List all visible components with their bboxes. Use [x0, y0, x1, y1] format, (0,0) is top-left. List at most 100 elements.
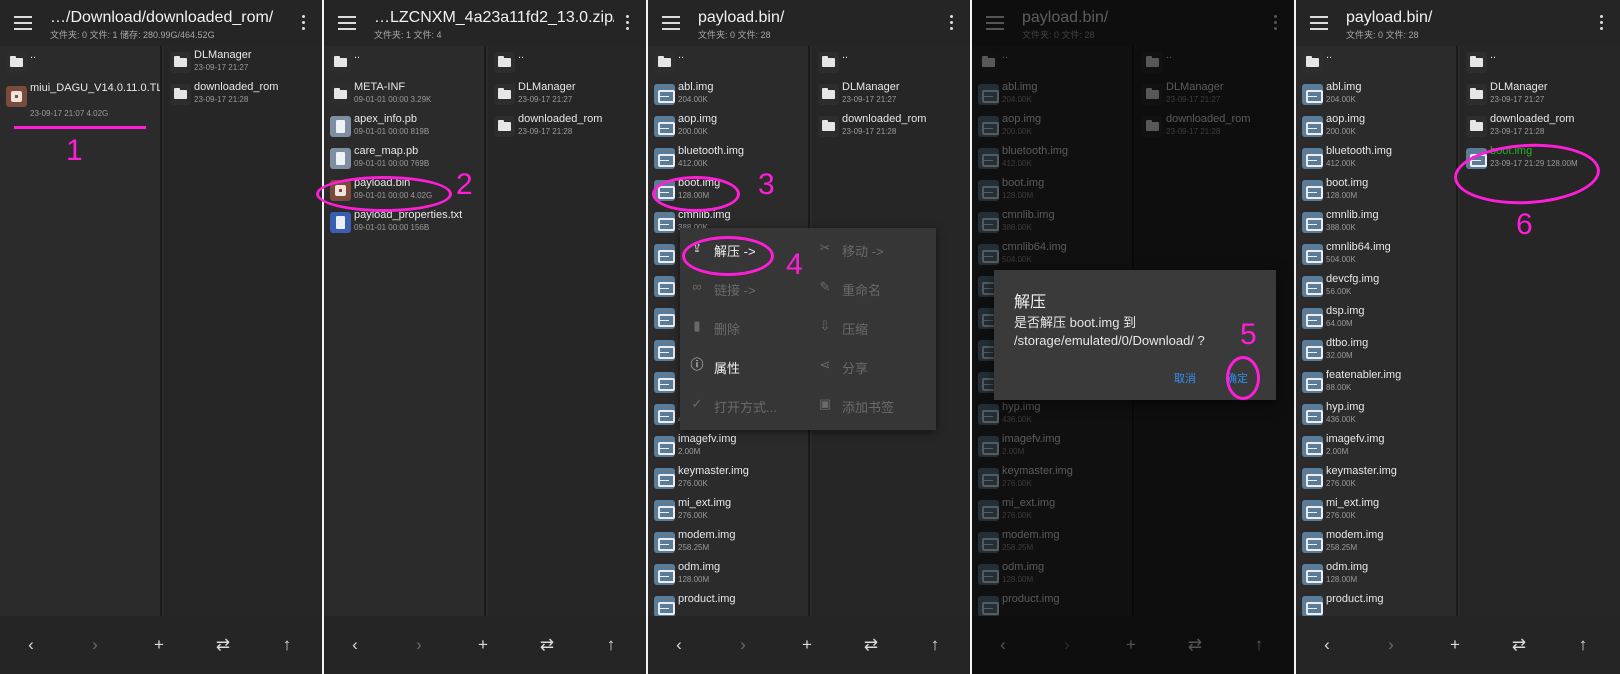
menu-icon[interactable] [338, 16, 356, 30]
context-menu-item[interactable]: ✂ 移动 -> [808, 230, 936, 268]
context-menu-item[interactable]: ⋖ 分享 [808, 347, 936, 385]
image-file-icon [654, 276, 675, 297]
folder-icon [818, 116, 839, 137]
file-row[interactable]: DLManager 23-09-17 21:27 [164, 46, 322, 78]
file-row[interactable]: modem.img 258.25M [648, 526, 808, 558]
context-menu-label: 属性 [714, 361, 741, 376]
image-file-icon [654, 212, 675, 233]
file-row[interactable]: keymaster.img 276.00K [648, 462, 808, 494]
add-icon[interactable]: + [472, 634, 494, 656]
file-row[interactable]: .. [0, 46, 160, 78]
back-icon[interactable]: ‹ [344, 634, 366, 656]
context-menu-item[interactable]: ⓘ 属性 [680, 347, 808, 385]
forward-icon[interactable]: › [84, 634, 106, 656]
context-menu-item[interactable]: ✓ 打开方式... [680, 386, 808, 424]
swap-icon[interactable]: ⇄ [860, 634, 882, 656]
folder-icon [1466, 52, 1487, 73]
file-row[interactable]: boot.img 128.00M [1296, 174, 1456, 206]
file-row[interactable]: hyp.img 436.00K [1296, 398, 1456, 430]
back-icon[interactable]: ‹ [20, 634, 42, 656]
file-row[interactable]: DLManager 23-09-17 21:27 [488, 78, 646, 110]
swap-icon[interactable]: ⇄ [536, 634, 558, 656]
file-row[interactable]: .. [648, 46, 808, 78]
file-row[interactable]: downloaded_rom 23-09-17 21:28 [164, 78, 322, 110]
context-menu-item[interactable]: ▮ 删除 [680, 308, 808, 346]
file-row[interactable]: DLManager 23-09-17 21:27 [812, 78, 970, 110]
file-row[interactable]: featenabler.img 88.00K [1296, 366, 1456, 398]
file-row[interactable]: dtbo.img 32.00M [1296, 334, 1456, 366]
file-row[interactable]: mi_ext.img 276.00K [1296, 494, 1456, 526]
add-icon[interactable]: + [148, 634, 170, 656]
file-row[interactable]: downloaded_rom 23-09-17 21:28 [812, 110, 970, 142]
file-row[interactable]: META-INF 09-01-01 00:00 3.29K [324, 78, 484, 110]
file-row[interactable]: DLManager 23-09-17 21:27 [1460, 78, 1620, 110]
context-menu-item[interactable]: ✎ 重命名 [808, 269, 936, 307]
file-row[interactable]: imagefv.img 2.00M [1296, 430, 1456, 462]
file-row[interactable]: bluetooth.img 412.00K [648, 142, 808, 174]
file-row[interactable]: product.img [648, 590, 808, 616]
back-icon[interactable]: ‹ [1316, 634, 1338, 656]
file-row[interactable]: devcfg.img 56.00K [1296, 270, 1456, 302]
annotation-number: 4 [786, 248, 803, 281]
more-options-icon[interactable] [302, 15, 306, 31]
bottom-toolbar: ‹ › + ⇄ ↑ [324, 616, 646, 674]
up-icon[interactable]: ↑ [924, 634, 946, 656]
image-file-icon [1302, 500, 1323, 521]
swap-icon[interactable]: ⇄ [1508, 634, 1530, 656]
file-row[interactable]: apex_info.pb 09-01-01 00:00 819B [324, 110, 484, 142]
up-icon[interactable]: ↑ [600, 634, 622, 656]
forward-icon[interactable]: › [408, 634, 430, 656]
file-row[interactable]: imagefv.img 2.00M [648, 430, 808, 462]
add-icon[interactable]: + [1444, 634, 1466, 656]
file-row[interactable]: bluetooth.img 412.00K [1296, 142, 1456, 174]
file-row[interactable]: cmnlib64.img 504.00K [1296, 238, 1456, 270]
folder-icon [494, 84, 515, 105]
cancel-button[interactable]: 取消 [1174, 370, 1196, 386]
add-icon[interactable]: + [796, 634, 818, 656]
file-row[interactable]: odm.img 128.00M [1296, 558, 1456, 590]
file-row[interactable]: .. [812, 46, 970, 78]
file-row[interactable]: odm.img 128.00M [648, 558, 808, 590]
more-options-icon[interactable] [626, 15, 630, 31]
context-menu-item[interactable]: ▣ 添加书签 [808, 386, 936, 424]
image-file-icon [654, 596, 675, 616]
file-name: keymaster.img [1326, 465, 1397, 477]
file-row[interactable]: abl.img 204.00K [648, 78, 808, 110]
file-row[interactable]: modem.img 258.25M [1296, 526, 1456, 558]
file-meta: 23-09-17 21:28 [842, 127, 897, 136]
file-name: abl.img [678, 81, 714, 93]
folder-icon [330, 52, 351, 73]
forward-icon[interactable]: › [1380, 634, 1402, 656]
file-meta: 128.00M [1326, 575, 1358, 584]
file-row[interactable]: downloaded_rom 23-09-17 21:28 [1460, 110, 1620, 142]
more-options-icon[interactable] [1600, 15, 1604, 31]
swap-icon[interactable]: ⇄ [212, 634, 234, 656]
image-file-icon [654, 468, 675, 489]
file-meta: 2.00M [678, 447, 701, 456]
file-meta: 200.00K [678, 127, 708, 136]
file-row[interactable]: miui_DAGU_V14.0.11.0.TLZCNXM_4a23a11fd2_… [0, 80, 160, 124]
context-menu-label: 压缩 [842, 322, 869, 337]
file-row[interactable]: dsp.img 64.00M [1296, 302, 1456, 334]
file-row[interactable]: .. [1460, 46, 1620, 78]
file-row[interactable]: aop.img 200.00K [1296, 110, 1456, 142]
file-row[interactable]: .. [324, 46, 484, 78]
file-row[interactable]: .. [1296, 46, 1456, 78]
menu-icon[interactable] [662, 16, 680, 30]
up-icon[interactable]: ↑ [276, 634, 298, 656]
up-icon[interactable]: ↑ [1572, 634, 1594, 656]
back-icon[interactable]: ‹ [668, 634, 690, 656]
file-row[interactable]: abl.img 204.00K [1296, 78, 1456, 110]
file-row[interactable]: keymaster.img 276.00K [1296, 462, 1456, 494]
forward-icon[interactable]: › [732, 634, 754, 656]
file-row[interactable]: product.img [1296, 590, 1456, 616]
file-row[interactable]: mi_ext.img 276.00K [648, 494, 808, 526]
menu-icon[interactable] [14, 16, 32, 30]
file-row[interactable]: .. [488, 46, 646, 78]
file-row[interactable]: downloaded_rom 23-09-17 21:28 [488, 110, 646, 142]
menu-icon[interactable] [1310, 16, 1328, 30]
file-row[interactable]: cmnlib.img 388.00K [1296, 206, 1456, 238]
context-menu-item[interactable]: ⇩ 压缩 [808, 308, 936, 346]
file-row[interactable]: aop.img 200.00K [648, 110, 808, 142]
more-options-icon[interactable] [950, 15, 954, 31]
